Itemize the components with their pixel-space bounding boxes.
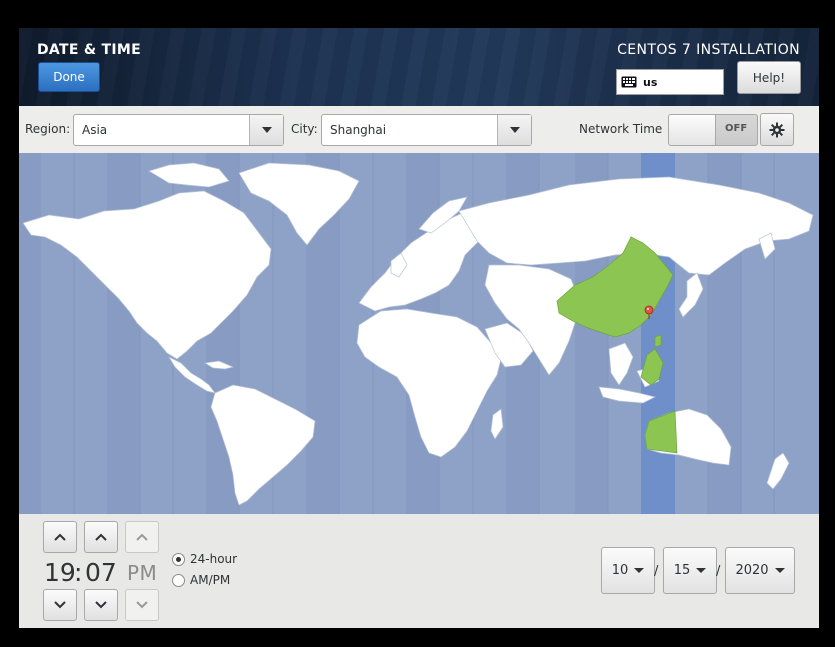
new-zealand — [766, 452, 790, 490]
japan — [678, 272, 704, 318]
switch-knob[interactable] — [669, 115, 716, 145]
network-time-label: Network Time — [579, 122, 663, 136]
format-ampm-option[interactable]: AM/PM — [172, 573, 230, 587]
world-map[interactable] — [19, 153, 819, 514]
hour-up-button[interactable] — [43, 521, 77, 553]
time-date-panel: 19 : 07 PM 24-hour AM/PM 10 / 15 / 2020 — [19, 514, 819, 628]
installer-window: DATE & TIME Done CENTOS 7 INSTALLATION u… — [19, 28, 819, 628]
taiwan-shape — [654, 334, 662, 348]
minute-down-button[interactable] — [84, 589, 118, 621]
radio-24h[interactable] — [172, 552, 185, 566]
time-colon: : — [74, 558, 83, 587]
chevron-up-icon — [54, 533, 66, 541]
keyboard-layout-label: us — [643, 75, 658, 89]
chevron-up-icon — [95, 533, 107, 541]
header-bar: DATE & TIME Done CENTOS 7 INSTALLATION u… — [19, 28, 819, 106]
timezone-map[interactable] — [19, 153, 819, 514]
ampm-up-button[interactable] — [125, 521, 159, 553]
chevron-down-icon — [696, 568, 707, 573]
chevron-down-icon — [634, 568, 645, 573]
done-button[interactable]: Done — [38, 62, 100, 92]
city-label: City: — [291, 122, 318, 136]
timezone-toolbar: Region: Asia City: Shanghai Network Time… — [19, 106, 819, 154]
madagascar — [490, 408, 504, 440]
spoke-title: DATE & TIME — [37, 42, 141, 58]
keyboard-layout-indicator[interactable]: us — [616, 69, 724, 95]
month-combo[interactable]: 10 — [601, 547, 655, 594]
format-24h-label: 24-hour — [190, 552, 238, 566]
year-combo[interactable]: 2020 — [725, 547, 795, 594]
chevron-down-icon — [774, 568, 785, 573]
chevron-down-icon — [136, 601, 148, 609]
chevron-up-icon — [136, 533, 148, 541]
day-combo[interactable]: 15 — [663, 547, 717, 594]
gear-icon — [769, 122, 785, 137]
chevron-down-icon — [54, 601, 66, 609]
date-separator: / — [716, 564, 721, 579]
ntp-config-button[interactable] — [760, 113, 794, 146]
help-button[interactable]: Help! — [737, 61, 801, 94]
chevron-down-icon — [509, 127, 520, 133]
date-separator: / — [654, 564, 659, 579]
minutes-display: 07 — [85, 558, 117, 587]
africa — [356, 308, 502, 458]
city-value: Shanghai — [330, 123, 387, 137]
month-value: 10 — [611, 563, 629, 578]
day-value: 15 — [673, 563, 691, 578]
minute-up-button[interactable] — [84, 521, 118, 553]
southeast-asia — [608, 342, 634, 386]
keyboard-icon — [621, 76, 637, 88]
radio-selected-dot — [176, 556, 181, 562]
city-dropdown-arrow[interactable] — [497, 115, 531, 145]
region-label: Region: — [25, 122, 71, 136]
switch-state: OFF — [725, 123, 748, 134]
chevron-down-icon — [95, 601, 107, 609]
city-combo[interactable]: Shanghai — [321, 114, 532, 146]
radio-ampm[interactable] — [172, 573, 185, 587]
region-combo[interactable]: Asia — [73, 114, 284, 146]
format-24h-option[interactable]: 24-hour — [172, 552, 237, 566]
hour-down-button[interactable] — [43, 589, 77, 621]
chevron-down-icon — [261, 127, 272, 133]
format-ampm-label: AM/PM — [190, 573, 231, 587]
year-value: 2020 — [735, 563, 769, 578]
region-value: Asia — [82, 123, 108, 137]
ampm-down-button[interactable] — [125, 589, 159, 621]
product-title: CENTOS 7 INSTALLATION — [617, 42, 800, 58]
network-time-switch[interactable]: OFF — [668, 114, 758, 146]
region-dropdown-arrow[interactable] — [249, 115, 283, 145]
hours-display: 19 — [44, 558, 76, 587]
ampm-display: PM — [127, 561, 158, 585]
